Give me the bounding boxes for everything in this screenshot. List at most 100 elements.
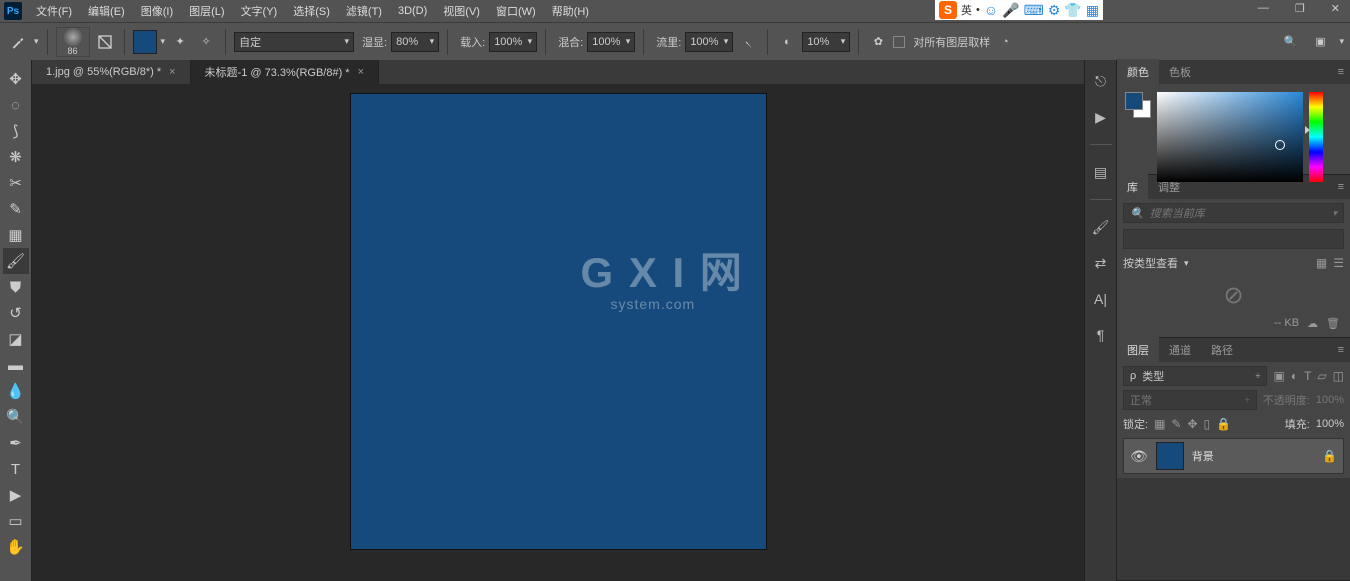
- tab-layers[interactable]: 图层: [1117, 337, 1159, 363]
- marquee-tool[interactable]: ◌: [3, 92, 29, 118]
- maximize-button[interactable]: ❐: [1289, 0, 1311, 17]
- shirt-icon[interactable]: 👕: [1064, 2, 1081, 19]
- menu-edit[interactable]: 编辑(E): [80, 0, 133, 22]
- fg-bg-swatch[interactable]: [1125, 92, 1151, 118]
- chevron-down-icon[interactable]: ▾: [161, 36, 166, 47]
- layer-name[interactable]: 背景: [1192, 448, 1314, 464]
- character-panel-icon[interactable]: A|: [1090, 288, 1112, 310]
- brush-presets-icon[interactable]: ⇄: [1090, 252, 1112, 274]
- history-brush-tool[interactable]: ↺: [3, 300, 29, 326]
- opacity-value[interactable]: 100%: [1316, 394, 1344, 406]
- canvas[interactable]: G X I 网 system.com: [351, 94, 766, 549]
- wet-input[interactable]: 80%▾: [391, 32, 439, 52]
- sample-all-checkbox[interactable]: [893, 36, 905, 48]
- chevron-down-icon[interactable]: ▾: [34, 36, 39, 47]
- tab-libraries[interactable]: 库: [1117, 174, 1148, 200]
- kind-filter[interactable]: ρ类型 ÷: [1123, 366, 1267, 386]
- chevron-down-icon[interactable]: ▾: [1339, 36, 1344, 47]
- library-search[interactable]: 🔍 搜索当前库 ▾: [1123, 203, 1344, 223]
- blend-mode-select[interactable]: 正常 ÷: [1123, 390, 1257, 410]
- close-icon[interactable]: ×: [169, 66, 175, 78]
- menu-filter[interactable]: 滤镜(T): [338, 0, 390, 22]
- load-input[interactable]: 100%▾: [489, 32, 537, 52]
- mixer-brush-icon[interactable]: [6, 30, 30, 54]
- tab-color[interactable]: 颜色: [1117, 59, 1159, 85]
- panel-menu-icon[interactable]: ≡: [1332, 344, 1350, 356]
- menu-text[interactable]: 文字(Y): [233, 0, 286, 22]
- fill-value[interactable]: 100%: [1316, 418, 1344, 430]
- grid-view-icon[interactable]: ▦: [1316, 256, 1327, 270]
- paragraph-panel-icon[interactable]: ¶: [1090, 324, 1112, 346]
- filter-smart-icon[interactable]: ◫: [1333, 369, 1344, 383]
- smiley-icon[interactable]: ☺: [984, 2, 998, 18]
- type-tool[interactable]: T: [3, 456, 29, 482]
- pen-tool[interactable]: ✒: [3, 430, 29, 456]
- panel-menu-icon[interactable]: ≡: [1332, 181, 1350, 193]
- tablet-pressure-icon[interactable]: ◔: [994, 31, 1016, 53]
- canvas-viewport[interactable]: G X I 网 system.com: [32, 84, 1084, 581]
- path-select-tool[interactable]: ▶: [3, 482, 29, 508]
- chevron-down-icon[interactable]: ▾: [1184, 258, 1189, 269]
- mix-input[interactable]: 100%▾: [587, 32, 635, 52]
- airbrush-icon[interactable]: ৲: [737, 31, 759, 53]
- list-view-icon[interactable]: ☰: [1333, 256, 1344, 270]
- search-icon[interactable]: 🔍: [1279, 31, 1301, 53]
- cloud-sync-icon[interactable]: ☁: [1307, 317, 1318, 330]
- move-tool[interactable]: ✥: [3, 66, 29, 92]
- keyboard-icon[interactable]: ⌨: [1024, 2, 1044, 19]
- lasso-tool[interactable]: ⟆: [3, 118, 29, 144]
- gear-icon[interactable]: ✿: [867, 31, 889, 53]
- trash-icon[interactable]: 🗑: [1326, 317, 1340, 330]
- layer-row-background[interactable]: 👁 背景 🔒: [1123, 438, 1344, 474]
- hue-slider[interactable]: [1309, 92, 1323, 182]
- gradient-tool[interactable]: ▬: [3, 352, 29, 378]
- close-button[interactable]: ✕: [1325, 0, 1346, 17]
- grid-icon[interactable]: ▦: [1086, 2, 1099, 19]
- stamp-tool[interactable]: ⛊: [3, 274, 29, 300]
- frame-icon[interactable]: ▣: [1309, 31, 1331, 53]
- hand-tool[interactable]: ✋: [3, 534, 29, 560]
- library-select[interactable]: [1123, 229, 1344, 249]
- filter-adjust-icon[interactable]: ◐: [1291, 369, 1298, 383]
- tab-paths[interactable]: 路径: [1201, 337, 1243, 363]
- link-icon[interactable]: ⚙: [1048, 2, 1061, 19]
- properties-panel-icon[interactable]: ▤: [1090, 161, 1112, 183]
- quick-select-tool[interactable]: ❋: [3, 144, 29, 170]
- lock-brush-icon[interactable]: ✎: [1171, 417, 1181, 431]
- panel-menu-icon[interactable]: ≡: [1332, 66, 1350, 78]
- rectangle-tool[interactable]: ▭: [3, 508, 29, 534]
- menu-image[interactable]: 图像(I): [133, 0, 181, 22]
- ime-bar[interactable]: S 英 • ☺ 🎤 ⌨ ⚙ 👕 ▦: [935, 0, 1103, 20]
- smoothing-icon[interactable]: ◐: [776, 31, 798, 53]
- tab-channels[interactable]: 通道: [1159, 337, 1201, 363]
- brush-preset-picker[interactable]: 86: [56, 27, 90, 57]
- flow-input[interactable]: 100%▾: [685, 32, 733, 52]
- lock-icon[interactable]: 🔒: [1322, 449, 1337, 463]
- filter-type-icon[interactable]: T: [1304, 369, 1311, 383]
- layer-thumbnail[interactable]: [1156, 442, 1184, 470]
- menu-file[interactable]: 文件(F): [28, 0, 80, 22]
- actions-panel-icon[interactable]: ▶: [1090, 106, 1112, 128]
- blend-mode-select[interactable]: 自定 ▾: [234, 32, 354, 52]
- menu-view[interactable]: 视图(V): [435, 0, 488, 22]
- minimize-button[interactable]: —: [1252, 0, 1275, 17]
- color-field[interactable]: [1157, 92, 1303, 182]
- mic-icon[interactable]: 🎤: [1002, 2, 1019, 19]
- brushes-panel-icon[interactable]: 🖌: [1090, 216, 1112, 238]
- rate-input[interactable]: 10%▾: [802, 32, 850, 52]
- current-color-swatch[interactable]: [133, 30, 157, 54]
- lock-artboard-icon[interactable]: ▯: [1204, 417, 1211, 431]
- sort-label[interactable]: 按类型查看: [1123, 255, 1178, 271]
- tab-swatches[interactable]: 色板: [1159, 59, 1201, 85]
- patch-tool[interactable]: ▦: [3, 222, 29, 248]
- clean-brush-icon[interactable]: ✧: [195, 31, 217, 53]
- brush-panel-toggle[interactable]: [94, 31, 116, 53]
- crop-tool[interactable]: ✂: [3, 170, 29, 196]
- eyedropper-tool[interactable]: ✎: [3, 196, 29, 222]
- menu-3d[interactable]: 3D(D): [390, 2, 435, 20]
- fg-color[interactable]: [1125, 92, 1143, 110]
- menu-select[interactable]: 选择(S): [285, 0, 338, 22]
- lock-position-icon[interactable]: ✥: [1187, 417, 1197, 431]
- visibility-icon[interactable]: 👁: [1130, 448, 1148, 465]
- menu-window[interactable]: 窗口(W): [488, 0, 544, 22]
